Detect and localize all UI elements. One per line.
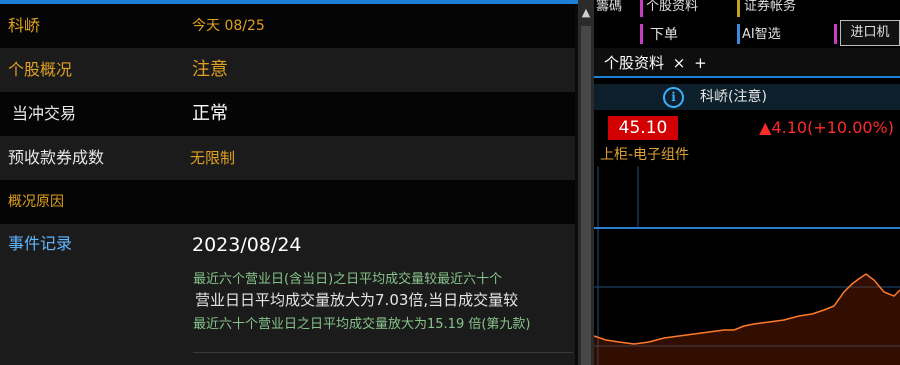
info-date: 今天 08/25 [192, 18, 265, 34]
row-label: 个股概况 [8, 60, 73, 79]
price-box: 45.10 [608, 116, 678, 140]
row-value: 正常 [192, 103, 228, 124]
scroll-up-icon[interactable]: ▲ [578, 6, 594, 20]
event-date: 2023/08/24 [192, 234, 302, 256]
info-icon[interactable]: i [663, 87, 684, 108]
row-label: 概况原因 [8, 194, 64, 210]
info-row-daytrade: 当冲交易 正常 [0, 92, 575, 136]
toolbar-separator [737, 0, 740, 17]
vertical-scrollbar[interactable]: ▲ [578, 0, 594, 365]
header-row: 科峤 今天 08/25 [0, 4, 575, 48]
info-row-reason: 概况原因 [0, 180, 575, 224]
toolbar-separator [640, 0, 643, 17]
toolbar-ai-select[interactable]: AI智选 [742, 24, 812, 46]
event-label: 事件记录 [8, 234, 73, 253]
sector-label: 上柜-电子组件 [600, 147, 690, 163]
quote-panel: 籌碼 个股资料 证券帐务 下单 AI智选 进口机 个股资料 × + i 科峤(注… [594, 0, 900, 365]
toolbar-separator [640, 24, 643, 44]
event-line-1: 最近六个营业日(含当日)之日平均成交量较最近六十个 [193, 272, 503, 287]
toolbar-stock-info[interactable]: 个股资料 [646, 0, 736, 18]
chart-area [594, 274, 900, 365]
price-change: ▲4.10(+10.00%) [759, 118, 894, 137]
info-row-prepay: 预收款券成数 无限制 [0, 136, 575, 180]
toolbar-account[interactable]: 证券帐务 [744, 0, 824, 18]
tab-bar: 个股资料 × + [594, 48, 900, 78]
toolbar-separator [737, 24, 740, 44]
close-icon[interactable]: × [673, 54, 686, 72]
info-row-overview: 个股概况 注意 [0, 48, 575, 92]
toolbar-separator [834, 24, 837, 44]
event-divider [193, 352, 573, 353]
plus-icon[interactable]: + [694, 54, 707, 72]
tab-stock-info[interactable]: 个股资料 × + [600, 50, 711, 76]
toolbar-order[interactable]: 下单 [650, 24, 710, 46]
quote-header: i 科峤(注意) [594, 84, 900, 110]
quote-name: 科峤(注意) [700, 89, 767, 105]
stock-name: 科峤 [8, 16, 41, 35]
tab-label: 个股资料 [604, 54, 665, 72]
row-value: 注意 [192, 59, 228, 80]
intraday-chart [594, 166, 900, 365]
row-value: 无限制 [190, 149, 236, 167]
event-record: 事件记录 2023/08/24 最近六个营业日(含当日)之日平均成交量较最近六十… [0, 224, 575, 365]
toolbar-import-button[interactable]: 进口机 [840, 20, 900, 46]
event-line-2: 营业日日平均成交量放大为7.03倍,当日成交量较 [195, 291, 519, 309]
scroll-thumb[interactable] [581, 26, 591, 365]
row-label: 预收款券成数 [8, 148, 105, 167]
event-line-3: 最近六十个营业日之日平均成交量放大为15.19 倍(第九款) [193, 317, 531, 332]
row-label: 当冲交易 [12, 104, 77, 123]
toolbar-chips[interactable]: 籌碼 [596, 0, 626, 18]
info-panel: 科峤 今天 08/25 个股概况 注意 当冲交易 正常 预收款券成数 无限制 概… [0, 0, 578, 365]
